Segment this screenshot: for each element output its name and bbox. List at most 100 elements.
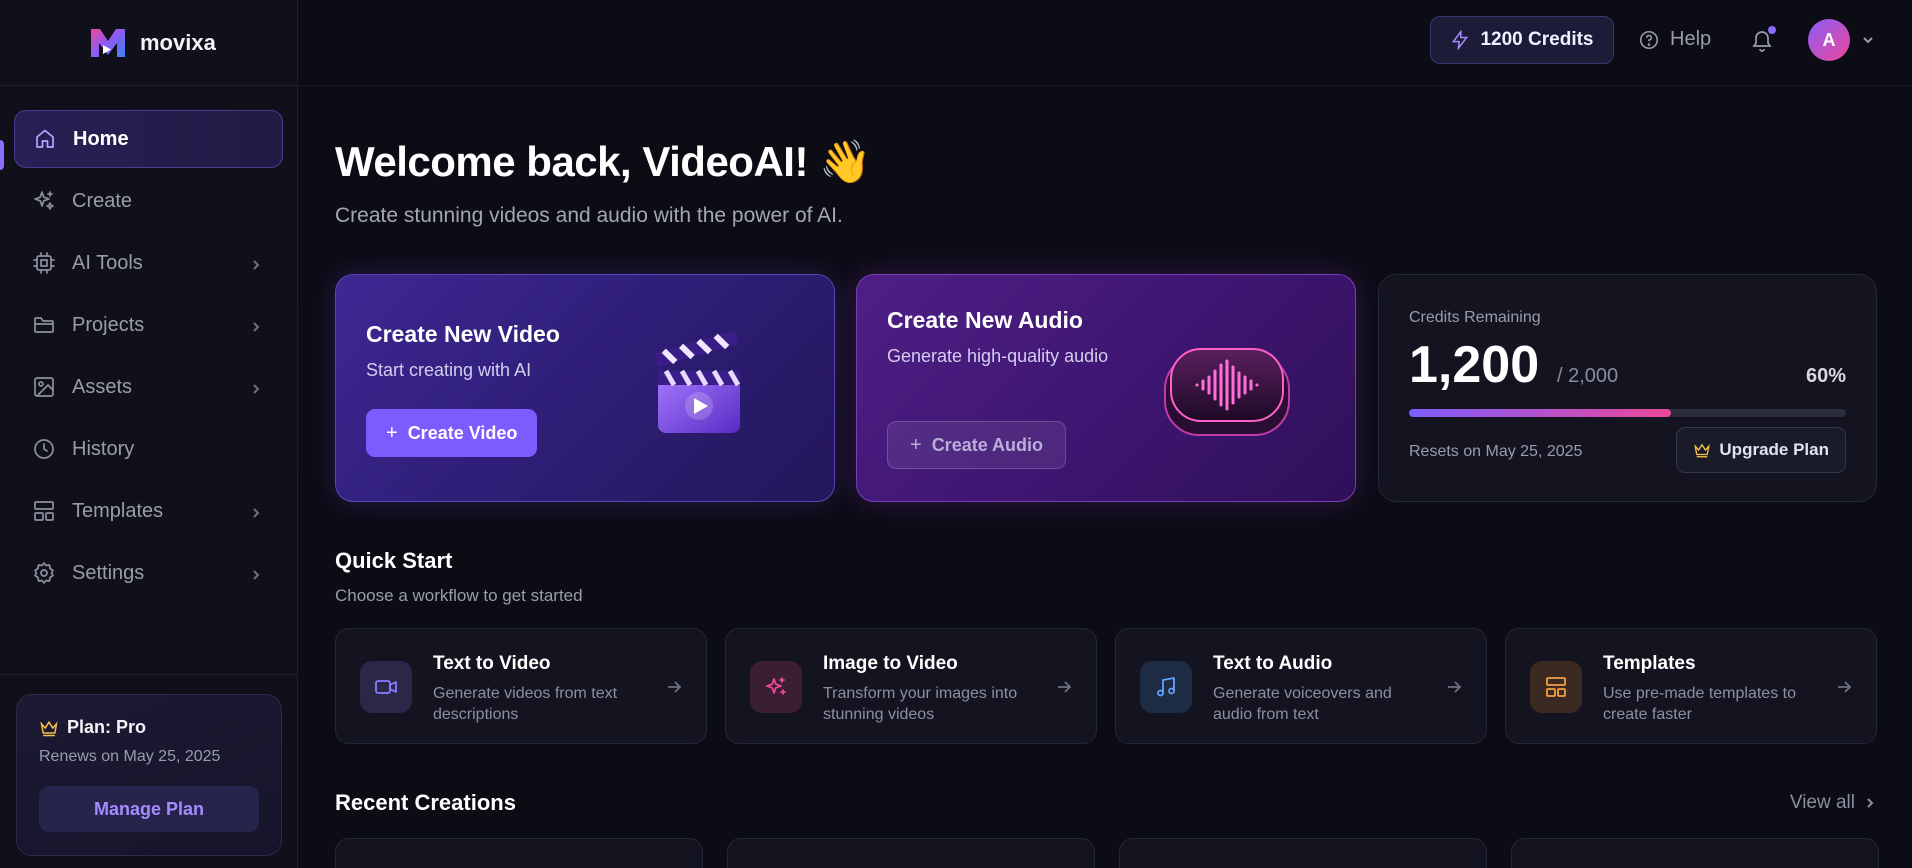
sidebar-item-label: Assets	[72, 375, 133, 398]
view-all-label: View all	[1789, 792, 1855, 813]
clapperboard-icon	[654, 331, 741, 433]
create-video-card[interactable]: Create New Video Start creating with AI …	[335, 274, 835, 502]
audio-waveform-icon	[1164, 348, 1290, 436]
credits-progress-fill	[1409, 409, 1672, 417]
help-label: Help	[1670, 28, 1712, 50]
help-circle-icon	[1639, 30, 1659, 49]
music-note-icon	[1157, 677, 1175, 697]
sidebar-item-settings[interactable]: Settings	[14, 544, 283, 602]
chevron-right-icon	[1867, 798, 1874, 808]
help-button[interactable]: Help	[1638, 28, 1711, 51]
qs-icon-wrap	[1140, 661, 1192, 713]
layout-icon	[32, 499, 56, 523]
sidebar-item-label: Projects	[72, 313, 145, 336]
sidebar-item-templates[interactable]: Templates	[14, 482, 283, 540]
create-audio-title: Create New Audio	[887, 307, 1083, 333]
movixa-logo-icon	[91, 28, 125, 57]
quick-start-card-image-to-video[interactable]: Image to Video Transform your images int…	[725, 628, 1097, 744]
folder-icon	[32, 313, 56, 337]
upgrade-plan-button[interactable]: Upgrade Plan	[1676, 427, 1846, 473]
recent-creation-card[interactable]	[1511, 838, 1879, 868]
create-audio-card[interactable]: Create New Audio Generate high-quality a…	[856, 274, 1356, 502]
cpu-icon	[32, 251, 56, 275]
plus-icon: +	[910, 433, 922, 456]
recent-creation-card[interactable]	[1119, 838, 1487, 868]
gear-icon	[32, 561, 56, 585]
plan-title-text: Plan: Pro	[67, 717, 147, 737]
credits-label: 1200 Credits	[1480, 29, 1594, 50]
arrow-right-icon	[1446, 679, 1462, 695]
quick-start-desc: Use pre-made templates to create faster	[1603, 685, 1796, 723]
quick-start-title: Quick Start	[335, 548, 453, 573]
sidebar-item-create[interactable]: Create	[14, 172, 283, 230]
create-video-button[interactable]: + Create Video	[366, 409, 538, 457]
quick-start-card-text-to-audio[interactable]: Text to Audio Generate voiceovers and au…	[1115, 628, 1487, 744]
qs-icon-wrap	[360, 661, 412, 713]
credits-button[interactable]: 1200 Credits	[1430, 16, 1614, 64]
notification-dot	[1768, 26, 1776, 34]
quick-start-name: Image to Video	[823, 653, 958, 674]
create-audio-button-label: Create Audio	[931, 434, 1044, 455]
sidebar-item-history[interactable]: History	[14, 420, 283, 478]
create-video-button-label: Create Video	[407, 422, 518, 443]
crown-icon	[1694, 443, 1711, 458]
quick-start-desc: Generate videos from text descriptions	[433, 685, 618, 723]
credits-remaining-card: Credits Remaining 1,200 / 2,000 60% Rese…	[1378, 274, 1877, 502]
image-icon	[32, 375, 56, 399]
quick-start-card-text-to-video[interactable]: Text to Video Generate videos from text …	[335, 628, 707, 744]
sidebar-item-assets[interactable]: Assets	[14, 358, 283, 416]
crown-icon	[40, 720, 58, 736]
avatar[interactable]: A	[1808, 19, 1850, 61]
clock-icon	[32, 437, 56, 461]
qs-icon-wrap	[750, 661, 802, 713]
lightning-icon	[1452, 30, 1469, 50]
chevron-right-icon	[249, 565, 263, 580]
create-audio-subtitle: Generate high-quality audio	[887, 346, 1109, 366]
sidebar-item-label: Settings	[72, 561, 145, 584]
sidebar-item-home[interactable]: Home	[14, 110, 283, 168]
home-icon	[33, 127, 57, 151]
topbar: 1200 Credits Help A	[298, 0, 1912, 86]
quick-start-card-templates[interactable]: Templates Use pre-made templates to crea…	[1505, 628, 1877, 744]
chevron-down-icon[interactable]	[1861, 33, 1875, 47]
brand[interactable]: movixa	[0, 0, 297, 86]
credits-remaining-value: 1,200	[1409, 336, 1540, 394]
chevron-right-icon	[249, 379, 263, 394]
quick-start-name: Text to Audio	[1213, 653, 1333, 674]
quick-start-subtitle: Choose a workflow to get started	[335, 586, 583, 605]
quick-start-name: Templates	[1603, 653, 1696, 674]
sidebar-item-label: AI Tools	[72, 251, 143, 274]
credits-percent: 60%	[1805, 365, 1846, 387]
sparkles-icon	[32, 189, 56, 213]
plan-title: Plan: Pro	[39, 717, 259, 738]
create-video-title: Create New Video	[366, 321, 560, 347]
credits-remaining-label: Credits Remaining	[1409, 309, 1541, 326]
sidebar-item-ai-tools[interactable]: AI Tools	[14, 234, 283, 292]
recent-creation-card[interactable]	[335, 838, 703, 868]
active-nav-marker	[0, 140, 4, 170]
quick-start-name: Text to Video	[433, 653, 551, 674]
manage-plan-button[interactable]: Manage Plan	[39, 786, 259, 832]
sidebar-nav: Home Create AI Tools Projects Assets His…	[0, 86, 297, 602]
sidebar-item-label: Home	[73, 127, 129, 150]
template-icon	[1546, 677, 1566, 697]
divider	[0, 674, 298, 675]
plus-icon: +	[386, 421, 398, 444]
credits-reset-date: Resets on May 25, 2025	[1409, 443, 1583, 460]
sidebar-item-label: Create	[72, 189, 133, 212]
create-video-subtitle: Start creating with AI	[366, 360, 532, 380]
brand-name: movixa	[140, 29, 216, 55]
recent-creation-card[interactable]	[727, 838, 1095, 868]
notifications-button[interactable]	[1750, 26, 1776, 52]
quick-start-desc: Generate voiceovers and audio from text	[1213, 685, 1392, 723]
plan-card: Plan: Pro Renews on May 25, 2025 Manage …	[16, 694, 282, 856]
sidebar-item-projects[interactable]: Projects	[14, 296, 283, 354]
video-camera-icon	[375, 680, 397, 694]
create-audio-button[interactable]: + Create Audio	[887, 421, 1067, 469]
view-all-link[interactable]: View all	[1790, 792, 1877, 814]
qs-icon-wrap	[1530, 661, 1582, 713]
sidebar-item-label: History	[72, 437, 135, 460]
page-title: Welcome back, VideoAI! 👋	[335, 138, 871, 185]
sidebar: movixa Home Create AI Tools Projects Ass…	[0, 0, 298, 868]
arrow-right-icon	[666, 679, 682, 695]
